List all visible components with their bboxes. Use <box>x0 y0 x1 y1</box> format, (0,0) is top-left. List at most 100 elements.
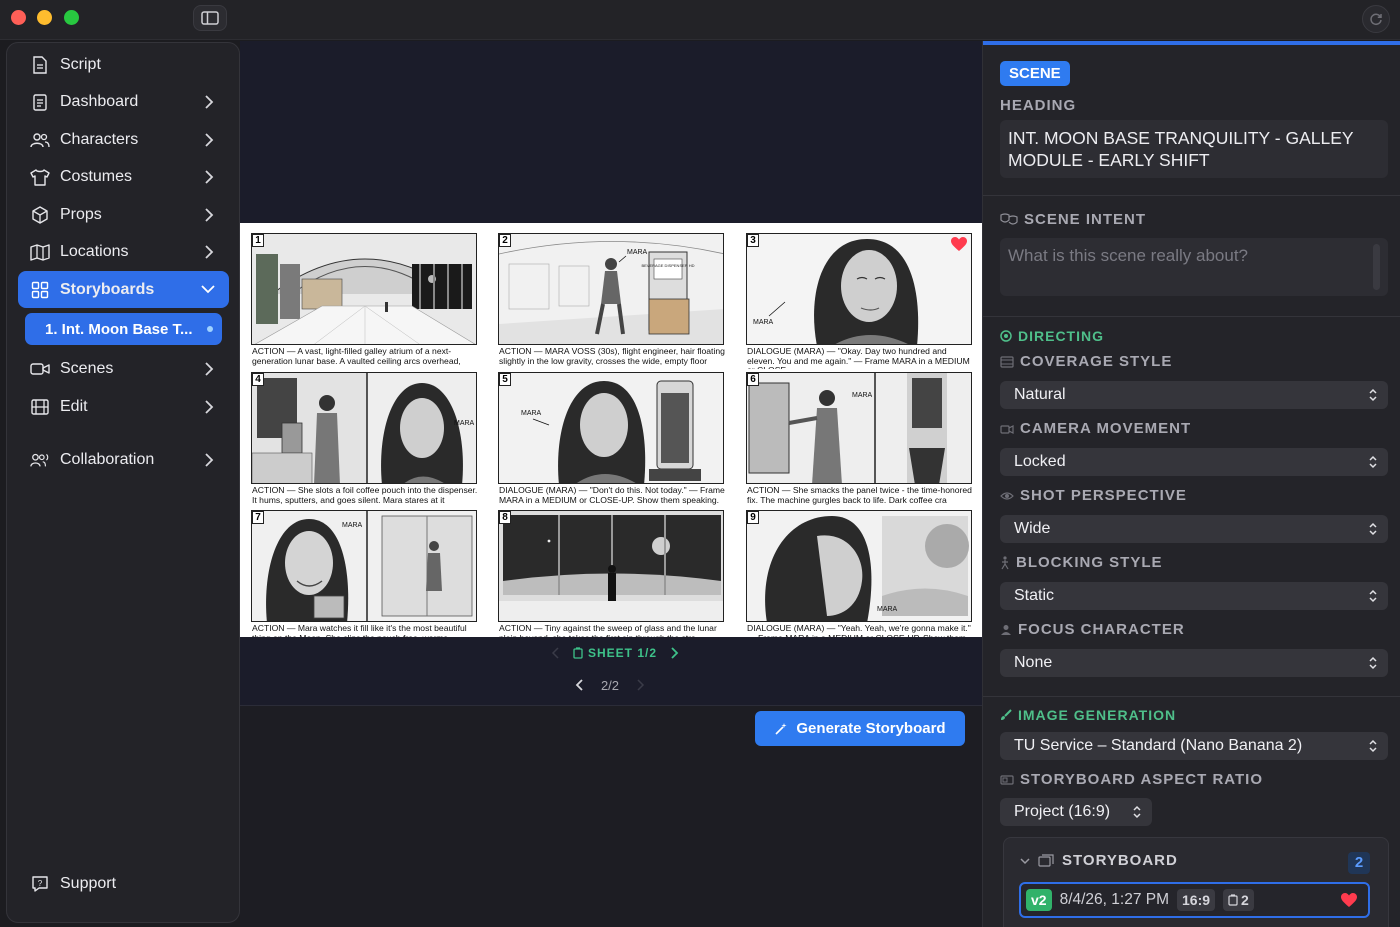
storyboard-sheet[interactable]: 1 ACTION — A vast, light-filled galley a… <box>240 223 982 637</box>
sidebar-item-characters[interactable]: Characters <box>18 122 229 158</box>
sidebar-item-label: Props <box>60 206 102 223</box>
storyboard-versions-panel: STORYBOARD 2 v2 8/4/26, 1:27 PM 16:9 2 <box>1003 837 1389 927</box>
panel-caption: ACTION — A vast, light-filled galley atr… <box>252 347 461 366</box>
storyboard-panel[interactable]: MARA 5 DIALOGUE (MARA) — "Don't do this.… <box>498 372 725 512</box>
sidebar-item-dashboard[interactable]: Dashboard <box>18 84 229 120</box>
chevron-right-icon <box>205 95 214 109</box>
sidebar-item-label: Costumes <box>60 168 133 185</box>
favorite-heart-icon[interactable] <box>1340 892 1358 908</box>
aperture-icon <box>1000 330 1012 342</box>
chevron-up-down-icon <box>1369 522 1377 536</box>
aspect-ratio-select[interactable]: Project (16:9) <box>1000 798 1152 826</box>
chevron-right-icon <box>205 362 214 376</box>
panel-frame: MARA <box>251 372 477 484</box>
storyboard-version-row[interactable]: v2 8/4/26, 1:27 PM 16:9 2 <box>1019 882 1370 918</box>
sidebar-item-scenes[interactable]: Scenes <box>18 351 229 387</box>
sheet-pager: SHEET 1/2 <box>535 643 695 663</box>
sidebar-item-script[interactable]: Script <box>18 47 229 83</box>
panel-frame: MARA <box>251 510 477 622</box>
focus-character-select[interactable]: None <box>1000 649 1388 677</box>
inspector-accent-bar <box>983 41 1400 45</box>
storyboard-panel[interactable]: 8 ACTION — Tiny against the sweep of gla… <box>498 510 724 637</box>
sidebar-item-edit[interactable]: Edit <box>18 389 229 425</box>
storyboard-panel[interactable]: MARA 6 ACTION — She smacks the panel twi… <box>746 372 972 512</box>
character-label: MARA <box>521 410 542 417</box>
image-generation-select[interactable]: TU Service – Standard (Nano Banana 2) <box>1000 732 1388 760</box>
panel-sketch-smack: MARA <box>747 373 971 483</box>
shot-perspective-select[interactable]: Wide <box>1000 515 1388 543</box>
storyboard-panel[interactable]: BEVERAGE DISPENSER HD MARA 2 ACTION — MA… <box>498 233 725 373</box>
character-label: MARA <box>753 319 774 326</box>
section-divider <box>983 316 1400 317</box>
sidebar-item-props[interactable]: Props <box>18 197 229 233</box>
aspect-ratio-icon <box>1000 774 1014 785</box>
scrollbar[interactable] <box>1373 244 1380 290</box>
sidebar-item-label: Locations <box>60 243 129 260</box>
sidebar-toggle-button[interactable] <box>193 5 227 31</box>
sheet-icon <box>573 647 583 659</box>
sidebar-item-collaboration[interactable]: Collaboration <box>18 442 229 478</box>
storyboard-scene-item[interactable]: 1. Int. Moon Base T... <box>25 313 222 345</box>
page-next-icon[interactable] <box>635 679 645 691</box>
scene-intent-input[interactable]: What is this scene really about? <box>1000 238 1388 296</box>
sidebar-item-storyboards[interactable]: Storyboards <box>18 271 229 308</box>
page-prev-icon[interactable] <box>575 679 585 691</box>
panel-frame: MARA <box>498 372 724 484</box>
generate-storyboard-button[interactable]: Generate Storyboard <box>755 711 965 746</box>
close-window-button[interactable] <box>11 10 26 25</box>
panel-frame <box>251 233 477 345</box>
sidebar-item-costumes[interactable]: Costumes <box>18 159 229 195</box>
panel-frame: MARA <box>746 510 972 622</box>
svg-text:?: ? <box>38 879 43 888</box>
storyboard-panel[interactable]: 1 ACTION — A vast, light-filled galley a… <box>251 233 477 373</box>
storyboard-panel[interactable]: MARA 3 DIALOGUE (MARA) — "Okay. Day two … <box>746 233 972 373</box>
panel-number: 8 <box>499 511 511 524</box>
storyboard-panel[interactable]: MARA 4 ACTION — She slots a foil coffee … <box>251 372 477 512</box>
character-label: MARA <box>342 522 363 529</box>
scene-inspector: SCENE HEADING INT. MOON BASE TRANQUILITY… <box>982 41 1400 927</box>
minimize-window-button[interactable] <box>37 10 52 25</box>
section-divider <box>983 195 1400 196</box>
panel-number: 2 <box>499 234 511 247</box>
sidebar-item-label: Dashboard <box>60 93 139 110</box>
zoom-window-button[interactable] <box>64 10 79 25</box>
panel-number: 1 <box>252 234 264 247</box>
sheet-next-icon[interactable] <box>669 647 679 659</box>
chevron-right-icon <box>205 245 214 259</box>
chevron-up-down-icon <box>1369 388 1377 402</box>
help-bubble-icon: ? <box>30 874 50 894</box>
storyboard-panel[interactable]: MARA 9 DIALOGUE (MARA) — "Yeah. Yeah, we… <box>746 510 972 637</box>
scene-heading-field[interactable]: INT. MOON BASE TRANQUILITY - GALLEY MODU… <box>1000 120 1388 178</box>
clipboard-icon <box>30 92 50 112</box>
sidebar-item-locations[interactable]: Locations <box>18 234 229 270</box>
panel-number: 4 <box>252 373 264 386</box>
coverage-style-select[interactable]: Natural <box>1000 381 1388 409</box>
chevron-up-down-icon <box>1369 589 1377 603</box>
favorite-heart-icon[interactable] <box>950 236 968 252</box>
page-label: 2/2 <box>600 677 620 693</box>
panel-sketch-dialogue: MARA <box>499 373 723 483</box>
sync-button[interactable] <box>1362 5 1390 33</box>
version-badge: v2 <box>1026 889 1052 911</box>
unsaved-indicator <box>207 326 213 332</box>
camera-movement-select[interactable]: Locked <box>1000 448 1388 476</box>
section-divider <box>983 696 1400 697</box>
panel-number: 9 <box>747 511 759 524</box>
chevron-up-down-icon <box>1369 739 1377 753</box>
sidebar-item-support[interactable]: ? Support <box>18 866 229 902</box>
person-icon <box>1001 624 1011 635</box>
storyboard-panel[interactable]: MARA 7 ACTION — Mara watches it fill lik… <box>251 510 477 637</box>
sidebar-item-label: Collaboration <box>60 451 155 468</box>
sidebar-item-label: Script <box>60 56 101 73</box>
chevron-right-icon <box>205 208 214 222</box>
blocking-style-select[interactable]: Static <box>1000 582 1388 610</box>
sheet-count-pill: 2 <box>1223 889 1254 911</box>
storyboard-section-header[interactable]: STORYBOARD <box>1020 852 1178 869</box>
character-label: MARA <box>877 606 898 613</box>
panel-frame: BEVERAGE DISPENSER HD MARA <box>498 233 724 345</box>
panel-frame: MARA <box>746 372 972 484</box>
chevron-up-down-icon <box>1369 455 1377 469</box>
scene-badge: SCENE <box>1000 61 1070 86</box>
sheet-prev-icon[interactable] <box>551 647 561 659</box>
aspect-ratio-label: STORYBOARD ASPECT RATIO <box>1000 771 1263 788</box>
